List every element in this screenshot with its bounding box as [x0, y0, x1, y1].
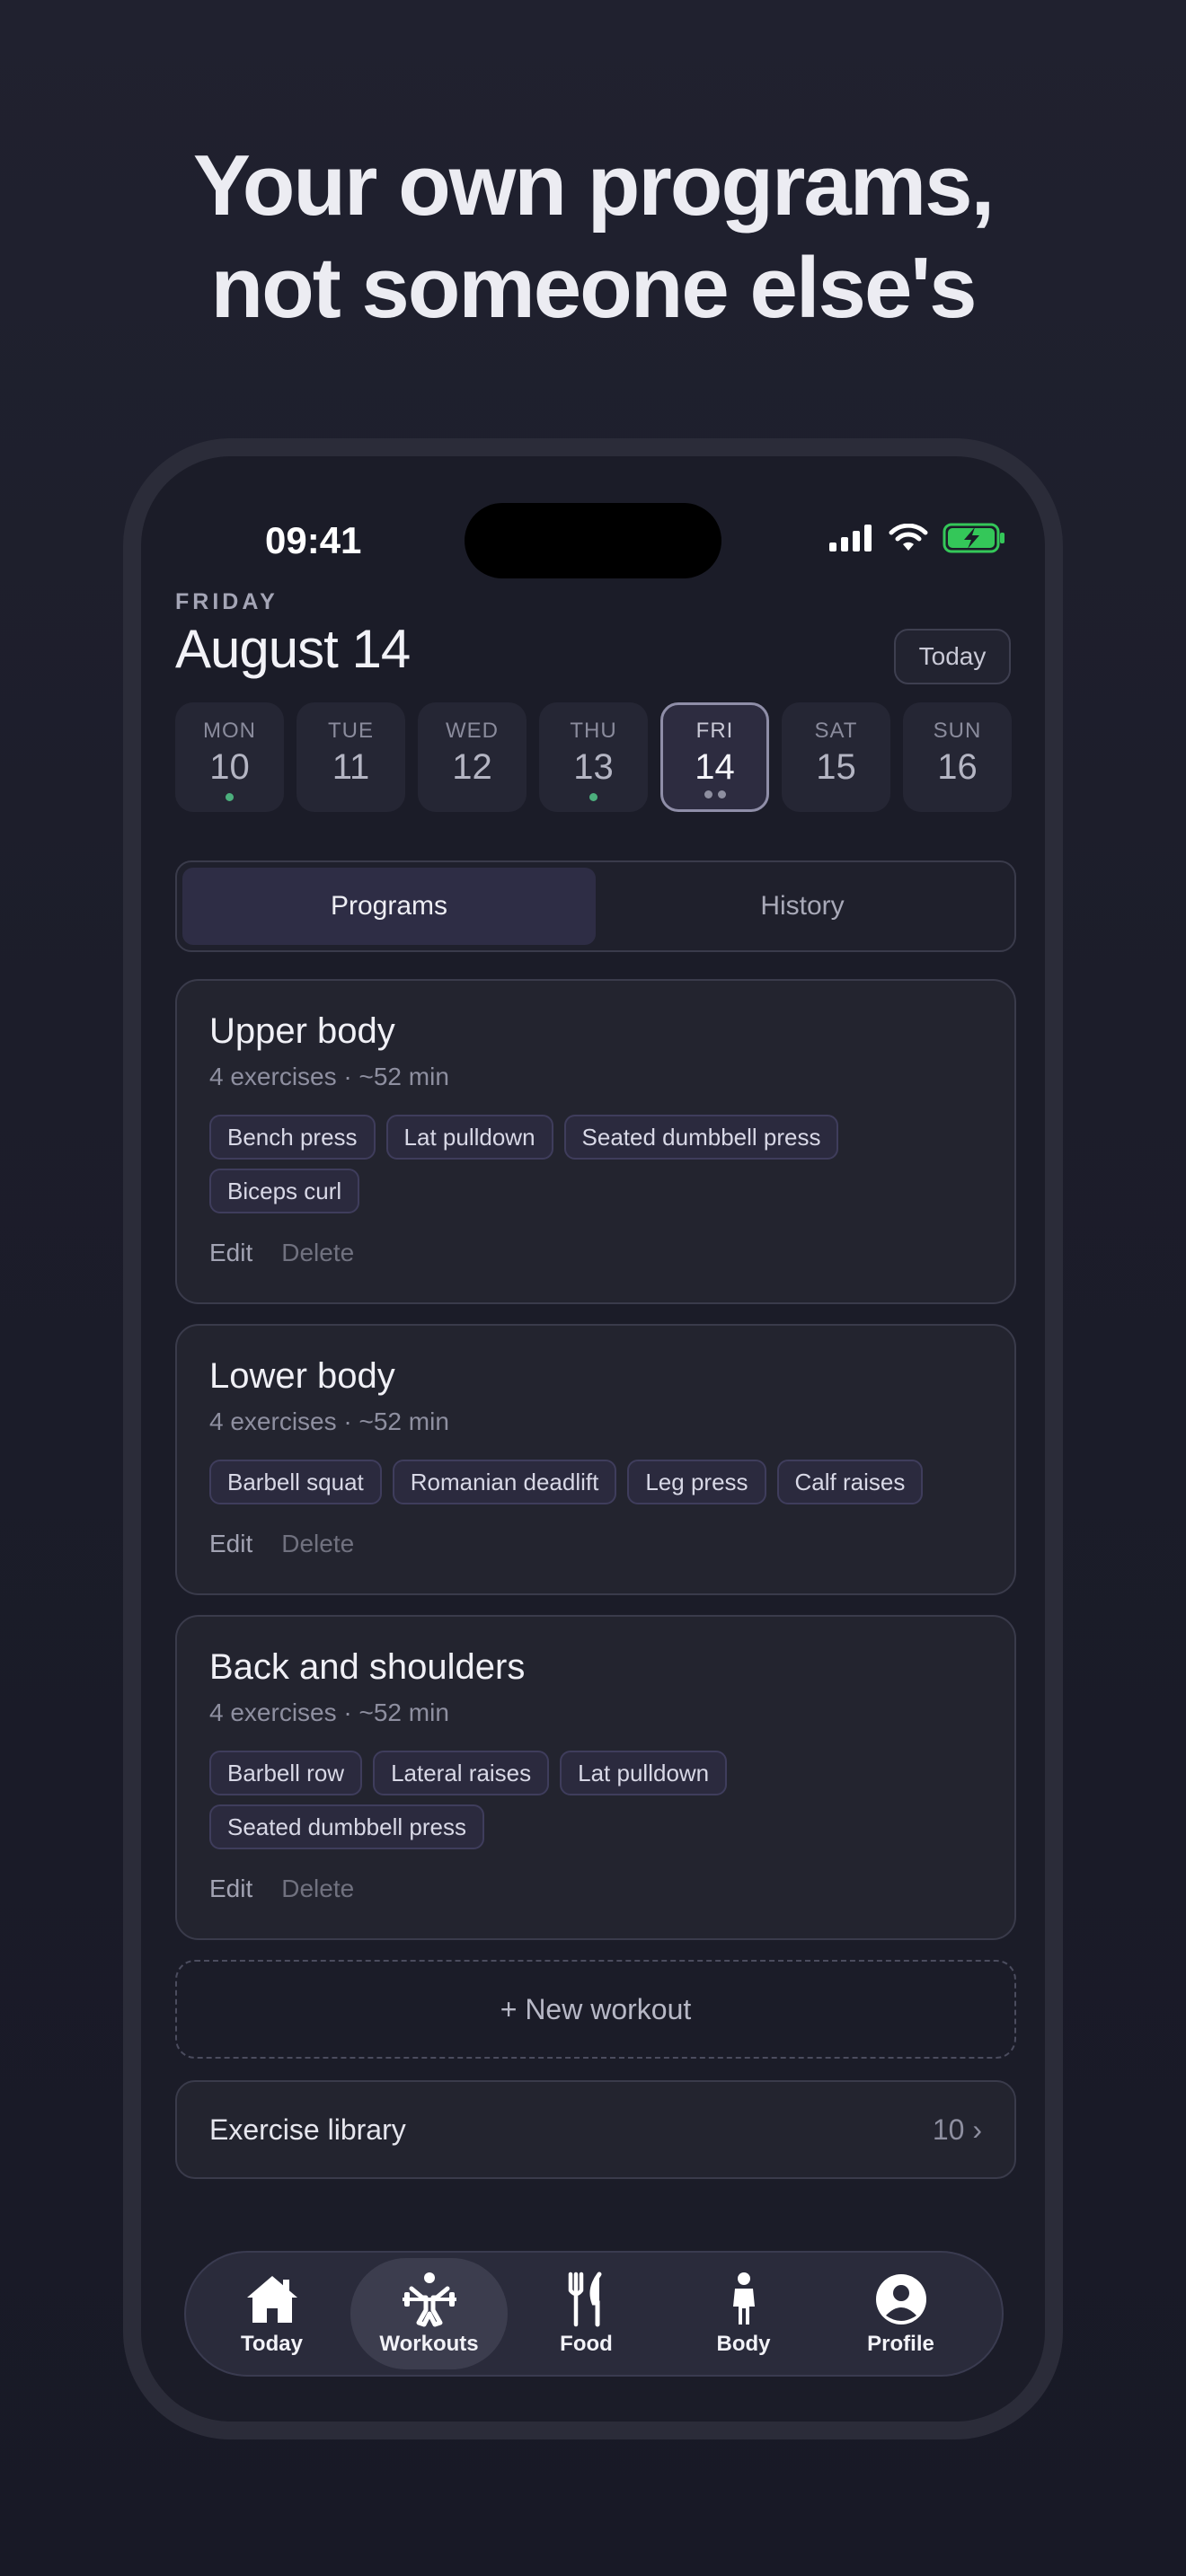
profile-circle-icon [875, 2274, 926, 2325]
exercise-tag: Lat pulldown [560, 1751, 728, 1795]
exercise-tag: Calf raises [776, 1460, 924, 1504]
exercise-library-row[interactable]: Exercise library 10 › [175, 2080, 1016, 2179]
phone-screen: 09:41 FRIDAY August 14 Today MON 10 TUE … [141, 456, 1045, 2422]
fork-knife-icon [568, 2272, 601, 2327]
tab-label: Profile [867, 2332, 934, 2356]
day-number: 12 [452, 747, 492, 787]
program-card-upper-body[interactable]: Upper body 4 exercises · ~52 min Bench p… [175, 979, 1016, 1304]
day-label: FRI [695, 719, 734, 743]
exercise-tag: Barbell row [209, 1751, 363, 1795]
signal-icon [829, 525, 872, 551]
program-meta: 4 exercises · ~52 min [209, 1407, 449, 1435]
program-card-lower-body[interactable]: Lower body 4 exercises · ~52 min Barbell… [175, 1324, 1016, 1595]
battery-charging-icon [943, 523, 1005, 553]
tabbar-body[interactable]: Body [665, 2258, 822, 2369]
day-label: TUE [328, 719, 374, 743]
day-number: 10 [209, 747, 250, 787]
house-icon [246, 2276, 297, 2323]
status-icons [829, 523, 1007, 553]
day-number: 14 [695, 747, 735, 787]
exercise-tag: Bench press [209, 1115, 376, 1160]
phone-frame: 09:41 FRIDAY August 14 Today MON 10 TUE … [123, 438, 1063, 2439]
activity-dot [226, 793, 234, 801]
day-label: SUN [933, 719, 982, 743]
day-label: MON [203, 719, 256, 743]
day-number: 16 [937, 747, 978, 787]
tabbar-profile[interactable]: Profile [822, 2258, 979, 2369]
day-tue[interactable]: TUE 11 [296, 702, 405, 812]
library-label: Exercise library [209, 2113, 406, 2146]
day-number: 15 [816, 747, 856, 787]
tab-label: Body [716, 2332, 771, 2356]
tabbar-food[interactable]: Food [508, 2258, 665, 2369]
headline-line-2: not someone else's [210, 240, 977, 336]
delete-button[interactable]: Delete [281, 1239, 354, 1267]
day-sat[interactable]: SAT 15 [782, 702, 890, 812]
program-meta: 4 exercises · ~52 min [209, 1698, 449, 1726]
exercise-tag: Lat pulldown [385, 1115, 553, 1160]
headline-line-1: Your own programs, [192, 137, 995, 234]
exercise-tag: Lateral raises [373, 1751, 550, 1795]
edit-button[interactable]: Edit [209, 1530, 252, 1558]
day-sun[interactable]: SUN 16 [903, 702, 1012, 812]
day-label: THU [570, 719, 617, 743]
day-number: 11 [332, 747, 370, 787]
program-title: Upper body [209, 1011, 395, 1051]
tabbar-today[interactable]: Today [193, 2258, 350, 2369]
tab-label: Today [241, 2332, 303, 2356]
program-meta: 4 exercises · ~52 min [209, 1063, 449, 1090]
exercise-tag: Biceps curl [209, 1169, 360, 1213]
delete-button[interactable]: Delete [281, 1530, 354, 1558]
headline: Your own programs, not someone else's [0, 135, 1186, 340]
exercise-tag: Romanian deadlift [392, 1460, 617, 1504]
day-mon[interactable]: MON 10 [175, 702, 284, 812]
date-title: August 14 [175, 619, 411, 679]
exercise-tag: Seated dumbbell press [563, 1115, 839, 1160]
day-name: FRIDAY [175, 589, 279, 614]
wifi-icon [889, 524, 928, 551]
edit-button[interactable]: Edit [209, 1875, 252, 1903]
tab-label: Food [560, 2332, 613, 2356]
exercise-tag: Barbell squat [209, 1460, 382, 1504]
today-button[interactable]: Today [894, 629, 1011, 684]
tab-history[interactable]: History [596, 868, 1009, 945]
exercise-tag: Seated dumbbell press [209, 1804, 484, 1849]
delete-button[interactable]: Delete [281, 1875, 354, 1903]
new-workout-button[interactable]: + New workout [175, 1960, 1016, 2059]
day-label: WED [446, 719, 499, 743]
exercise-tags: Barbell squat Romanian deadlift Leg pres… [209, 1460, 982, 1504]
day-number: 13 [573, 747, 614, 787]
exercise-tags: Bench press Lat pulldown Seated dumbbell… [209, 1115, 874, 1213]
tabbar-workouts[interactable]: Workouts [350, 2258, 508, 2369]
activity-dot [717, 790, 726, 798]
activity-dot [704, 790, 712, 798]
program-title: Back and shoulders [209, 1647, 526, 1687]
activity-dot [589, 793, 597, 801]
day-fri-selected[interactable]: FRI 14 [660, 702, 769, 812]
status-time: 09:41 [265, 519, 362, 561]
library-count: 10 › [932, 2113, 982, 2146]
tab-bar: Today Workouts Food Body Profile [184, 2251, 1004, 2377]
exercise-tags: Barbell row Lateral raises Lat pulldown … [209, 1751, 784, 1849]
day-label: SAT [814, 719, 858, 743]
week-strip: MON 10 TUE 11 WED 12 THU 13 FRI 14 SAT 1… [175, 702, 1016, 812]
edit-button[interactable]: Edit [209, 1239, 252, 1267]
weightlifter-icon [402, 2272, 456, 2327]
segmented-control: Programs History [175, 860, 1016, 952]
program-card-back-and-shoulders[interactable]: Back and shoulders 4 exercises · ~52 min… [175, 1615, 1016, 1940]
day-thu[interactable]: THU 13 [539, 702, 648, 812]
day-wed[interactable]: WED 12 [418, 702, 527, 812]
dynamic-island [465, 503, 721, 578]
person-icon [732, 2272, 755, 2325]
tab-label: Workouts [379, 2332, 479, 2356]
program-title: Lower body [209, 1356, 395, 1396]
exercise-tag: Leg press [627, 1460, 766, 1504]
tab-programs[interactable]: Programs [182, 868, 596, 945]
